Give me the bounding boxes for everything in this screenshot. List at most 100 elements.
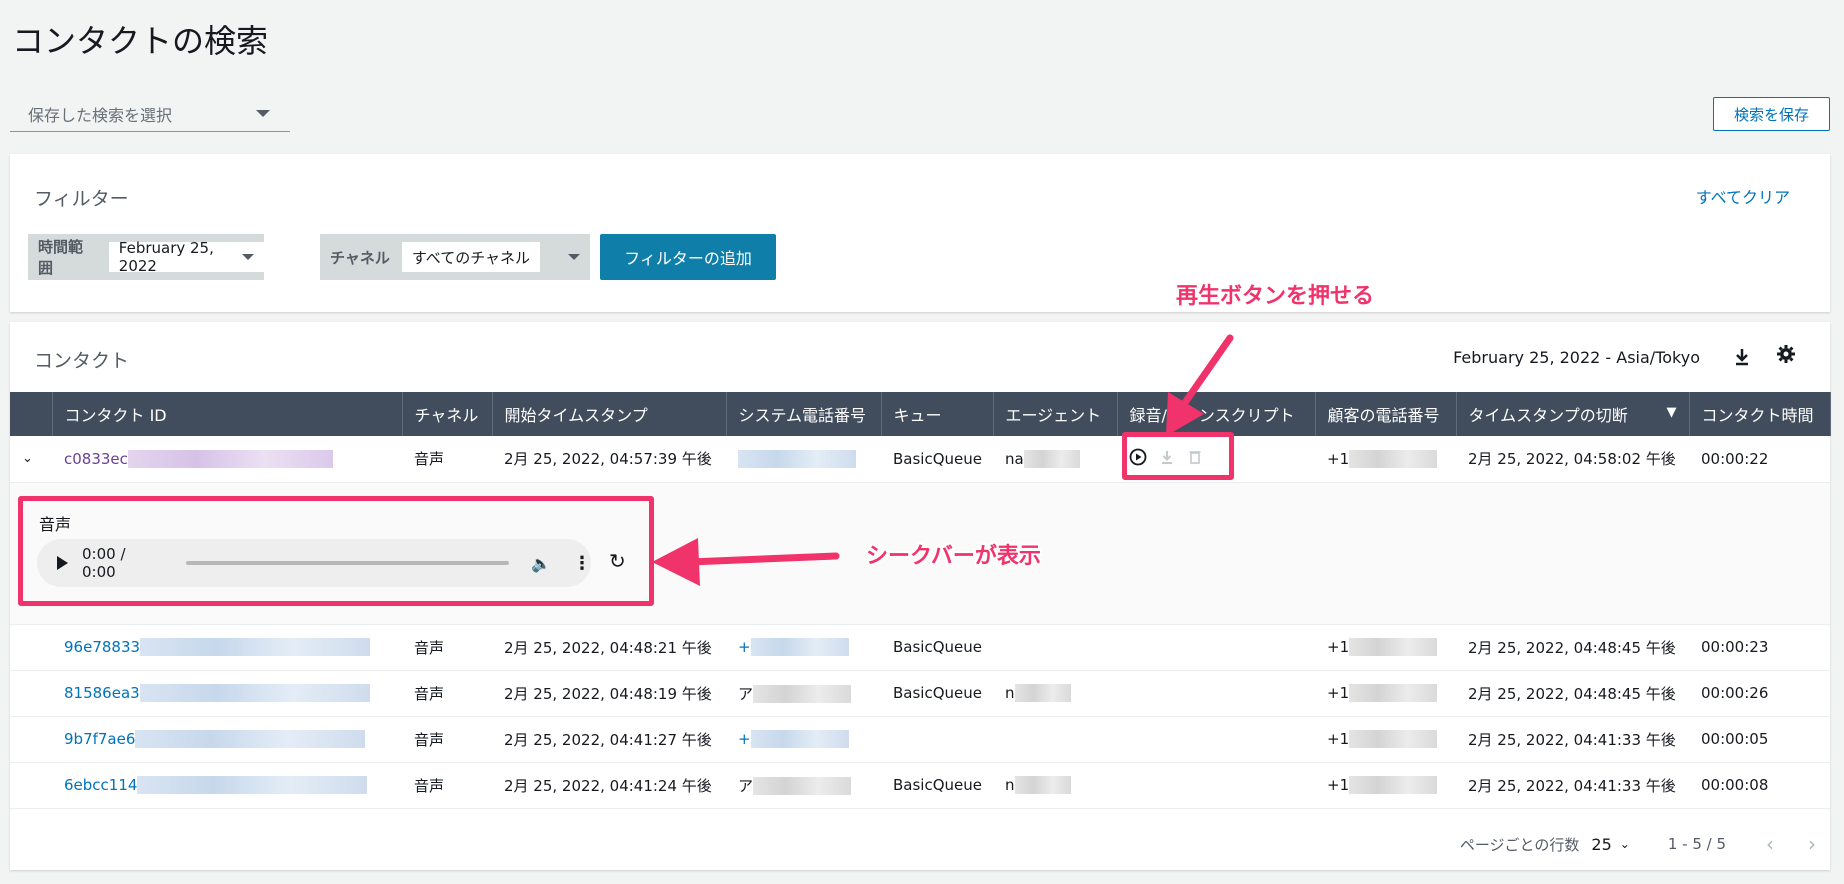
column-header[interactable]: 顧客の電話番号: [1315, 392, 1457, 436]
rows-per-page-select[interactable]: 25: [1591, 835, 1611, 854]
redacted-text: [139, 684, 370, 703]
expand-cell[interactable]: ⌄: [10, 436, 52, 483]
time-range-label: 時間範囲: [38, 238, 84, 277]
channel-cell: 音声: [402, 670, 492, 717]
recording-cell: [1117, 670, 1315, 717]
customer-phone-cell: +1: [1315, 436, 1456, 483]
chevron-down-icon[interactable]: ⌄: [22, 451, 33, 466]
system-phone: +: [738, 637, 751, 656]
channel-value[interactable]: すべてのチャネル: [401, 242, 541, 272]
audio-label: 音声: [39, 515, 72, 534]
column-header[interactable]: 録音/トランスクリプト: [1117, 392, 1316, 436]
redacted-text: [750, 730, 849, 749]
column-header[interactable]: コンタクト時間: [1689, 392, 1831, 436]
play-icon[interactable]: [57, 556, 68, 570]
sort-desc-icon[interactable]: ▼: [1667, 405, 1677, 420]
contact-id-link[interactable]: 6ebcc114: [52, 762, 402, 809]
column-header[interactable]: コンタクト ID: [52, 392, 403, 436]
expand-cell: [10, 670, 52, 717]
contacts-title: コンタクト: [34, 350, 130, 372]
agent-cell: na: [993, 436, 1117, 483]
caret-down-icon: [256, 110, 270, 117]
expand-cell: [10, 716, 52, 763]
column-header[interactable]: エージェント: [993, 392, 1118, 436]
column-header-sorted[interactable]: タイムスタンプの切断 ▼: [1456, 392, 1690, 436]
seek-bar[interactable]: [186, 561, 510, 565]
duration-cell: 00:00:26: [1689, 670, 1830, 717]
agent-name: na: [1005, 449, 1024, 468]
agent-name: n: [1005, 775, 1015, 794]
next-page-icon[interactable]: ›: [1808, 832, 1816, 856]
system-phone: ア: [738, 684, 754, 703]
start-timestamp-cell: 2月 25, 2022, 04:41:27 午後: [492, 716, 726, 763]
agent-cell: n: [993, 762, 1117, 809]
contact-id[interactable]: 9b7f7ae6: [64, 730, 135, 748]
download-icon[interactable]: [1732, 346, 1752, 368]
system-phone-cell: ア: [726, 762, 881, 809]
disconnect-timestamp-cell: 2月 25, 2022, 04:48:45 午後: [1456, 624, 1689, 671]
disconnect-timestamp-cell: 2月 25, 2022, 04:58:02 午後: [1456, 436, 1689, 483]
time-range-filter[interactable]: 時間範囲 February 25, 2022: [28, 234, 264, 280]
contact-id-link[interactable]: 9b7f7ae6: [52, 716, 402, 763]
audio-time: 0:00 / 0:00: [82, 545, 126, 581]
column-header[interactable]: キュー: [881, 392, 994, 436]
gear-icon[interactable]: [1776, 344, 1796, 364]
more-options-icon[interactable]: ⋮: [573, 553, 591, 574]
system-phone: ア: [738, 776, 754, 795]
redacted-text: [753, 685, 852, 703]
agent-cell: [993, 716, 1117, 763]
customer-phone: +1: [1327, 683, 1350, 702]
table-row: ⌄ c0833ec 音声 2月 25, 2022, 04:57:39 午後 Ba…: [10, 436, 1830, 483]
redacted-text: [1023, 450, 1080, 468]
queue-cell: BasicQueue: [881, 436, 993, 483]
disconnect-timestamp-cell: 2月 25, 2022, 04:48:45 午後: [1456, 670, 1689, 717]
customer-phone-cell: +1: [1315, 762, 1456, 809]
timezone-label: February 25, 2022 - Asia/Tokyo: [1453, 348, 1700, 367]
add-filter-button[interactable]: フィルターの追加: [600, 234, 776, 280]
column-header[interactable]: 開始タイムスタンプ: [492, 392, 727, 436]
redacted-text: [140, 638, 371, 657]
duration-cell: 00:00:23: [1689, 624, 1830, 671]
page-title: コンタクトの検索: [12, 22, 269, 60]
expand-column-header: [10, 392, 53, 436]
contact-id[interactable]: 81586ea3: [64, 684, 140, 702]
prev-page-icon[interactable]: ‹: [1766, 832, 1774, 856]
table-row: 9b7f7ae6 音声 2月 25, 2022, 04:41:27 午後 + +…: [10, 716, 1830, 763]
contact-id-link[interactable]: c0833ec: [52, 436, 402, 483]
save-search-button[interactable]: 検索を保存: [1713, 97, 1830, 131]
channel-cell: 音声: [402, 436, 492, 483]
saved-search-select[interactable]: 保存した検索を選択: [10, 96, 290, 132]
system-phone: +: [738, 729, 751, 748]
saved-search-placeholder: 保存した検索を選択: [28, 105, 173, 125]
column-header[interactable]: チャネル: [402, 392, 493, 436]
contact-id[interactable]: 6ebcc114: [64, 776, 137, 794]
refresh-icon[interactable]: ↻: [609, 549, 626, 573]
system-phone-cell: +: [726, 716, 881, 763]
queue-cell: [881, 716, 993, 763]
redacted-text: [753, 777, 852, 795]
clear-all-link[interactable]: すべてクリア: [1696, 184, 1790, 208]
customer-phone-cell: +1: [1315, 670, 1456, 717]
time-range-value[interactable]: February 25, 2022: [108, 239, 264, 275]
redacted-text: [1349, 450, 1438, 468]
contact-id[interactable]: c0833ec: [64, 450, 128, 468]
table-row: 96e78833 音声 2月 25, 2022, 04:48:21 午後 + B…: [10, 624, 1830, 671]
contact-id[interactable]: 96e78833: [64, 638, 140, 656]
redacted-text: [137, 776, 368, 795]
redacted-text: [1349, 730, 1438, 749]
start-timestamp-cell: 2月 25, 2022, 04:48:21 午後: [492, 624, 726, 671]
contact-id-link[interactable]: 96e78833: [52, 624, 402, 671]
play-button-annotation: 再生ボタンを押せる: [1176, 284, 1375, 309]
customer-phone: +1: [1327, 729, 1350, 748]
volume-icon[interactable]: 🔈: [531, 554, 551, 573]
redacted-text: [1014, 776, 1071, 795]
duration-cell: 00:00:22: [1689, 436, 1830, 483]
disconnect-timestamp-cell: 2月 25, 2022, 04:41:33 午後: [1456, 716, 1689, 763]
column-header-label: タイムスタンプの切断: [1468, 406, 1628, 425]
duration-cell: 00:00:08: [1689, 762, 1830, 809]
table-row: 81586ea3 音声 2月 25, 2022, 04:48:19 午後 ア B…: [10, 670, 1830, 717]
chevron-down-icon[interactable]: ⌄: [1620, 837, 1630, 851]
contact-id-link[interactable]: 81586ea3: [52, 670, 402, 717]
channel-filter[interactable]: チャネル すべてのチャネル: [320, 234, 590, 280]
column-header[interactable]: システム電話番号: [726, 392, 882, 436]
